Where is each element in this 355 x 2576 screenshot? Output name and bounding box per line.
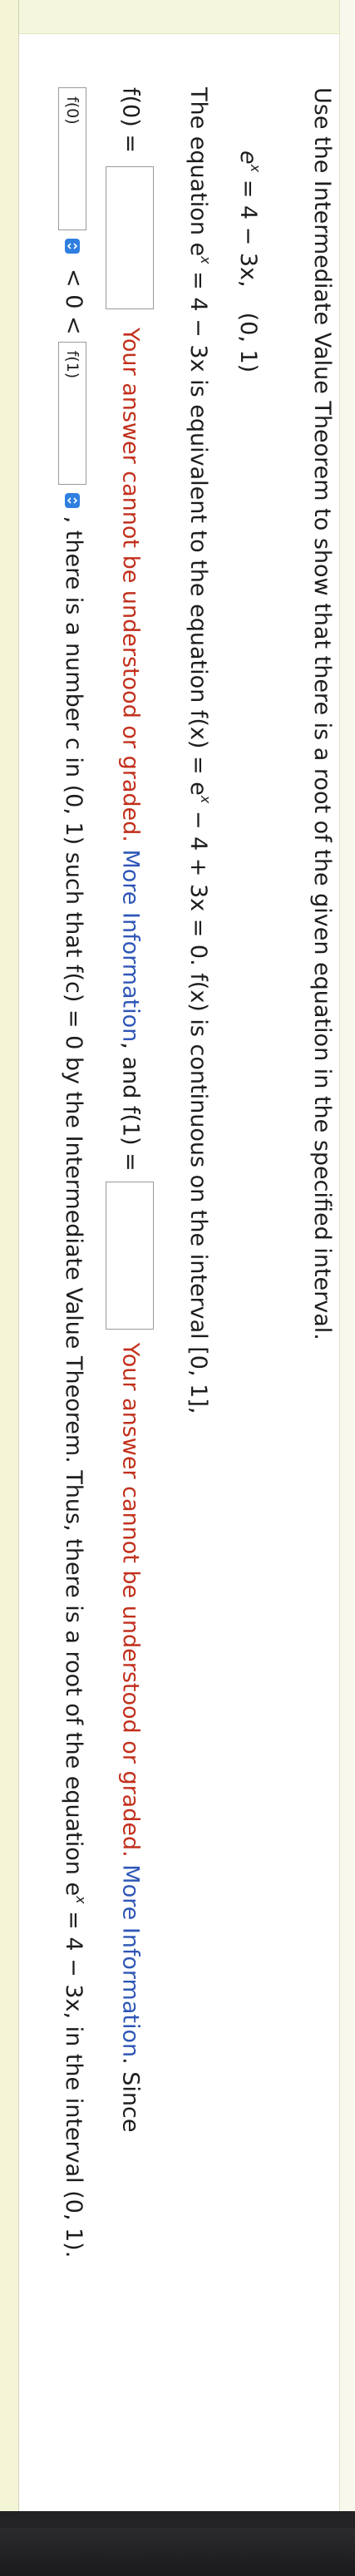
instruction-text: Use the Intermediate Value Theorem to sh… [309, 87, 335, 1340]
f1-select[interactable]: f(1) [58, 341, 87, 485]
equivalence-statement: The equation ex = 4 − 3x is equivalent t… [185, 87, 214, 1414]
f1-answer-input[interactable] [106, 1181, 154, 1330]
and-f1-label: , and f(1) = [117, 1042, 144, 1172]
line3-pre: The equation e [185, 87, 211, 257]
line3-exp2: x [198, 795, 214, 804]
inequality-text: < 0 < [61, 269, 86, 335]
more-info-link-2[interactable]: More Information [118, 1864, 144, 2057]
conclusion-exp: x [73, 1896, 89, 1904]
equation-exponent: x [248, 164, 264, 173]
right-margin-bar [339, 0, 355, 2511]
top-strip [0, 0, 355, 34]
error-message-2: Your answer cannot be understood or grad… [117, 1342, 144, 1858]
line3-mid: = 4 − 3x is equivalent to the equation f… [185, 264, 211, 796]
equation-rhs: = 4 − 3x, [235, 179, 261, 288]
error-message-1: Your answer cannot be understood or grad… [117, 327, 144, 842]
chevron-updown-icon[interactable] [65, 492, 81, 508]
more-info-link-1[interactable]: More Information [118, 849, 144, 1042]
question-content: Use the Intermediate Value Theorem to sh… [17, 87, 337, 2532]
equation-interval: (0, 1) [235, 312, 261, 373]
bottom-panel-shade [0, 2528, 355, 2576]
given-equation: ex = 4 − 3x, (0, 1) [235, 151, 264, 373]
chevron-updown-icon[interactable] [65, 239, 81, 254]
f0-answer-input[interactable] [106, 165, 154, 309]
left-margin-bar [0, 0, 18, 2511]
line3-exp1: x [198, 256, 214, 264]
equation-base: e [235, 151, 261, 165]
conclusion-post: = 4 − 3x, in the interval (0, 1). [61, 1903, 86, 2258]
conclusion-row: f(0) < 0 < f(1) , there is a number c in (0… [58, 87, 89, 2258]
f0-select[interactable]: f(0) [58, 87, 87, 230]
line3-post: − 4 + 3x = 0. f(x) is continuous on the … [185, 803, 211, 1414]
f0-label: f(0) = [117, 87, 144, 153]
conclusion-pre: , there is a number c in (0, 1) such tha… [61, 516, 86, 1897]
since-text: . Since [117, 2057, 144, 2133]
values-row: f(0) = Your answer cannot be understood o… [106, 87, 154, 2132]
